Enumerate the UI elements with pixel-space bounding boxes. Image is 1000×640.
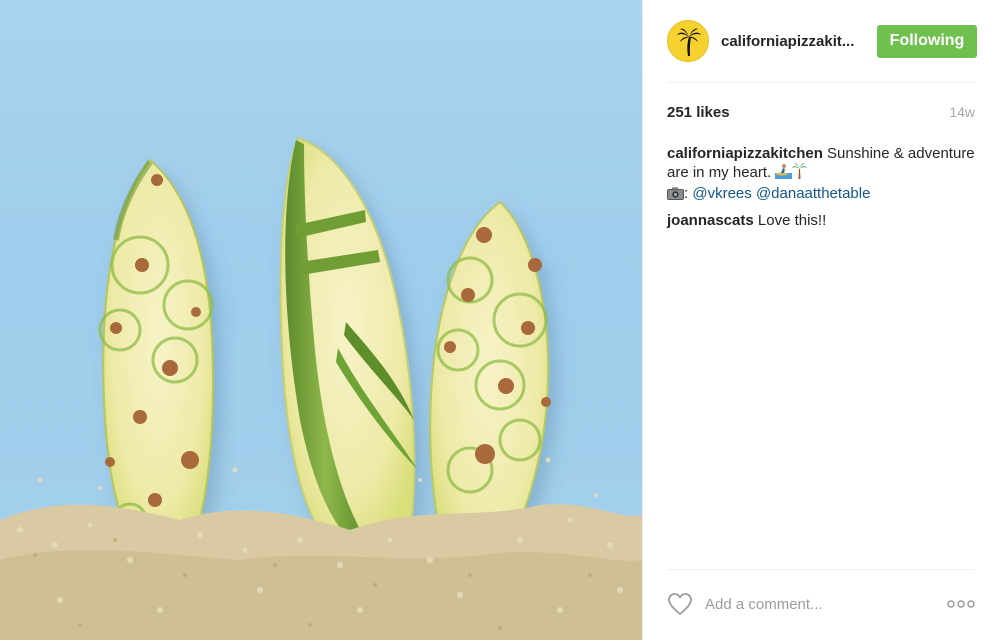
comment-bar bbox=[667, 586, 975, 622]
caption-author[interactable]: californiapizzakitchen bbox=[667, 145, 823, 162]
photo-credit-prefix: : bbox=[684, 185, 689, 202]
avatar[interactable] bbox=[667, 20, 709, 62]
comment-text: Love this!! bbox=[757, 212, 827, 229]
footer-divider bbox=[667, 569, 975, 570]
more-options-icon[interactable] bbox=[947, 599, 975, 609]
pineapple-surfboards-image bbox=[0, 136, 642, 640]
following-button[interactable]: Following bbox=[877, 24, 977, 58]
palm-tree-icon bbox=[677, 28, 701, 56]
left-surfboard bbox=[98, 158, 214, 558]
surfer-icon bbox=[775, 163, 793, 184]
likes-row: 251 likes 14w bbox=[667, 104, 975, 121]
heart-icon[interactable] bbox=[667, 592, 693, 616]
post-header: californiapizzakit... Following bbox=[667, 18, 977, 64]
mention-link[interactable]: @vkrees bbox=[692, 185, 751, 202]
middle-surfboard bbox=[279, 136, 418, 549]
post-username[interactable]: californiapizzakit... bbox=[721, 33, 871, 50]
comment-author[interactable]: joannascats bbox=[667, 212, 754, 229]
caption: californiapizzakitchen Sunshine & advent… bbox=[667, 144, 975, 205]
camera-icon bbox=[667, 186, 684, 205]
palm-tree-icon bbox=[792, 163, 808, 184]
post-details-panel: californiapizzakit... Following 251 like… bbox=[642, 0, 1000, 640]
post-timestamp[interactable]: 14w bbox=[949, 104, 975, 120]
mention-link[interactable]: @danaatthetable bbox=[756, 185, 871, 202]
post-photo[interactable] bbox=[0, 0, 642, 640]
add-comment-input[interactable] bbox=[705, 595, 935, 613]
header-divider bbox=[667, 82, 975, 83]
comment-item: joannascats Love this!! bbox=[667, 211, 975, 230]
comments-list: californiapizzakitchen Sunshine & advent… bbox=[667, 144, 975, 236]
likes-count[interactable]: 251 likes bbox=[667, 104, 730, 121]
